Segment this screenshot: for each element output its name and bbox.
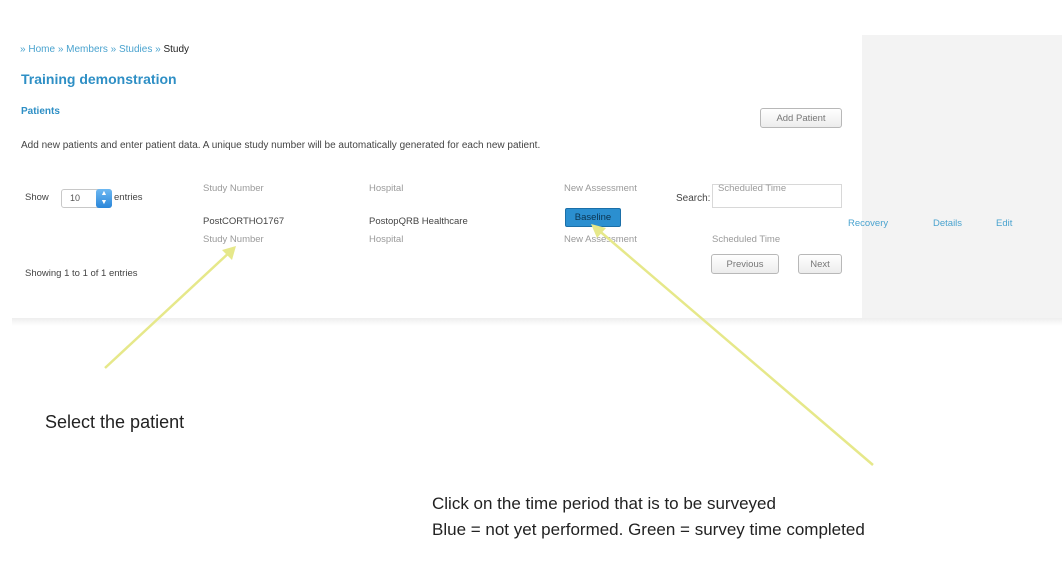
time-period-caption: Click on the time period that is to be s… — [432, 494, 776, 513]
arrow-icon — [104, 246, 236, 369]
select-patient-caption: Select the patient — [45, 412, 185, 432]
color-legend-caption: Blue = not yet performed. Green = survey… — [432, 520, 865, 539]
arrow-icon — [591, 224, 874, 466]
annotation-arrows — [104, 224, 874, 466]
